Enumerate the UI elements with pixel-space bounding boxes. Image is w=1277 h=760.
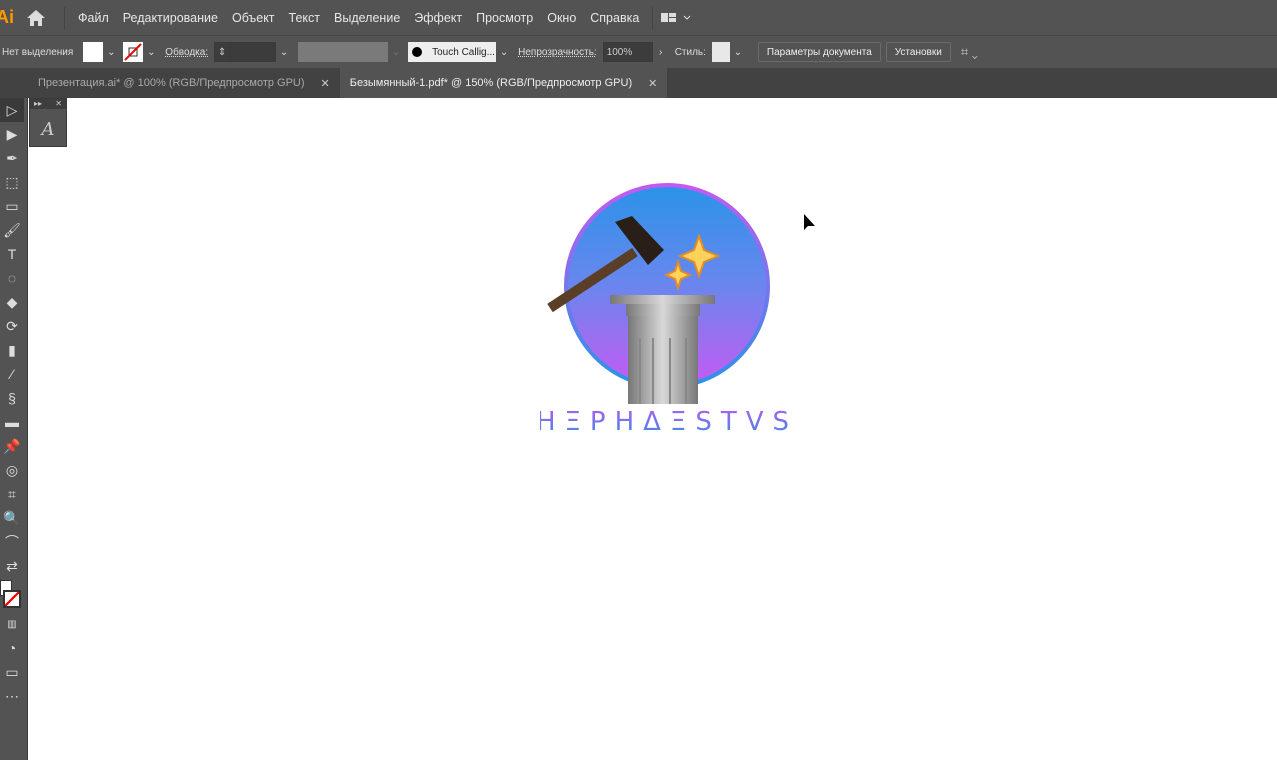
zoom-tool-icon[interactable]: 🔍 xyxy=(0,506,24,530)
selection-status: Нет выделения xyxy=(2,46,74,58)
menu-effect[interactable]: Эффект xyxy=(407,11,469,25)
fill-stroke-swatches[interactable] xyxy=(0,578,27,612)
menu-bar: Ai Файл Редактирование Объект Текст Выде… xyxy=(0,0,1277,35)
divider xyxy=(652,6,654,29)
rectangle-tool-icon[interactable]: ▭ xyxy=(0,194,24,218)
variable-width-profile[interactable] xyxy=(298,42,389,62)
panel-header[interactable]: ▸▸ ✕ xyxy=(30,99,66,109)
chevron-right-icon[interactable]: › xyxy=(653,42,669,62)
style-swatch[interactable] xyxy=(711,42,730,62)
style-label: Стиль: xyxy=(674,46,706,58)
opacity-label: Непрозрачность: xyxy=(518,46,597,58)
brush-name: Touch Callig... xyxy=(432,46,495,58)
screen-mode-icon[interactable]: ▭ xyxy=(0,660,24,684)
chevron-down-icon[interactable]: ⌄ xyxy=(730,42,746,62)
chevron-down-icon[interactable]: ⌄ xyxy=(496,42,512,62)
glyphs-panel: ▸▸ ✕ A xyxy=(29,98,67,147)
gradient-tool-icon[interactable]: ▮ xyxy=(0,338,24,362)
glyph-icon[interactable]: A xyxy=(30,119,66,140)
workspace-icon[interactable] xyxy=(659,11,691,25)
swap-colors-icon[interactable]: ⇄ xyxy=(0,554,24,578)
hephaestus-logo: HΞPHΔΞSTVS xyxy=(540,183,798,437)
fill-swatch[interactable] xyxy=(83,42,104,62)
shape-builder-tool-icon[interactable]: ◎ xyxy=(0,458,24,482)
wordmark: HΞPHΔΞSTVS xyxy=(540,407,798,437)
more-tools-icon[interactable]: ⋯ xyxy=(0,684,24,708)
stroke-weight-stepper[interactable]: ⇕ xyxy=(214,42,231,62)
menu-type[interactable]: Текст xyxy=(282,11,327,25)
tools-panel: ▷ ▶ ✒ ⬚ ▭ 🖌 T ◌ ◆ ⟳ ▮ ⁄ § ▬ 📌 ◎ ⌗ 🔍 ⌒ ⇄ … xyxy=(0,98,28,760)
artboard-canvas[interactable]: HΞPHΔΞSTVS xyxy=(29,98,1277,760)
chevron-down-icon: ⌄ xyxy=(391,46,401,58)
stroke-weight-input[interactable] xyxy=(230,42,277,62)
close-icon[interactable]: ✕ xyxy=(321,77,330,90)
opacity-input[interactable]: 100% xyxy=(602,42,653,62)
tab-label: Безымянный-1.pdf* @ 150% (RGB/Предпросмо… xyxy=(349,77,633,89)
eraser-tool-icon[interactable]: ◆ xyxy=(0,290,24,314)
menu-edit[interactable]: Редактирование xyxy=(116,11,225,25)
app-logo: Ai xyxy=(0,7,14,27)
menu-select[interactable]: Выделение xyxy=(327,11,407,25)
close-icon[interactable]: ✕ xyxy=(55,99,62,109)
pin-tool-icon[interactable]: 📌 xyxy=(0,434,24,458)
menu-view[interactable]: Просмотр xyxy=(469,11,540,25)
tab-spacer xyxy=(0,68,28,98)
brush-select[interactable]: Touch Callig... xyxy=(408,42,497,62)
eyedropper-tool-icon[interactable]: ⁄ xyxy=(0,362,24,386)
brush-dot-icon xyxy=(412,47,423,57)
chevron-down-icon[interactable]: ⌄ xyxy=(143,42,159,62)
collapse-icon[interactable]: ▸▸ xyxy=(34,99,42,109)
type-tool-icon[interactable]: T xyxy=(0,242,24,266)
paintbrush-tool-icon[interactable]: 🖌 xyxy=(0,218,24,242)
draw-mode-icon[interactable]: ◔ xyxy=(0,636,24,660)
blend-tool-icon[interactable]: § xyxy=(0,386,24,410)
control-bar: Нет выделения ⌄ ⌄ Обводка: ⇕ ⌄ ⌄ Touch C… xyxy=(0,35,1277,68)
mouse-cursor-icon xyxy=(804,214,815,230)
tab-untitled[interactable]: Безымянный-1.pdf* @ 150% (RGB/Предпросмо… xyxy=(339,68,668,98)
tab-presentation[interactable]: Презентация.ai* @ 100% (RGB/Предпросмотр… xyxy=(28,68,340,98)
pen-tool-icon[interactable]: ✒ xyxy=(0,146,24,170)
crop-tool-icon[interactable]: ⌗ xyxy=(0,482,24,506)
home-icon[interactable] xyxy=(26,9,46,27)
direct-selection-tool-icon[interactable]: ▶ xyxy=(0,122,24,146)
selection-tool-icon[interactable]: ▷ xyxy=(0,98,24,122)
menu-object[interactable]: Объект xyxy=(225,11,282,25)
color-mode-icon[interactable]: ▥ xyxy=(0,612,24,636)
stroke-label: Обводка: xyxy=(165,46,209,58)
chevron-down-icon[interactable]: ⌄ xyxy=(103,42,119,62)
menu-file[interactable]: Файл xyxy=(71,11,116,25)
puppet-warp-tool-icon[interactable]: ⟳ xyxy=(0,314,24,338)
document-tabs: Презентация.ai* @ 100% (RGB/Предпросмотр… xyxy=(0,68,1277,98)
artboard-tool-icon[interactable]: ⬚ xyxy=(0,170,24,194)
close-icon[interactable]: ✕ xyxy=(648,77,657,90)
document-setup-button[interactable]: Параметры документа xyxy=(757,42,881,62)
width-tool-icon[interactable]: ▬ xyxy=(0,410,24,434)
arrange-icon[interactable]: ⌗ ⌄ xyxy=(961,44,978,60)
stroke-swatch[interactable] xyxy=(123,42,144,62)
lasso-tool-icon[interactable]: ◌ xyxy=(0,266,24,290)
chevron-down-icon[interactable]: ⌄ xyxy=(276,42,292,62)
divider xyxy=(64,6,65,29)
menu-window[interactable]: Окно xyxy=(540,11,583,25)
tab-label: Презентация.ai* @ 100% (RGB/Предпросмотр… xyxy=(38,77,305,89)
preferences-button[interactable]: Установки xyxy=(885,42,951,62)
menu-help[interactable]: Справка xyxy=(583,11,646,25)
curvature-tool-icon[interactable]: ⌒ xyxy=(0,530,24,554)
